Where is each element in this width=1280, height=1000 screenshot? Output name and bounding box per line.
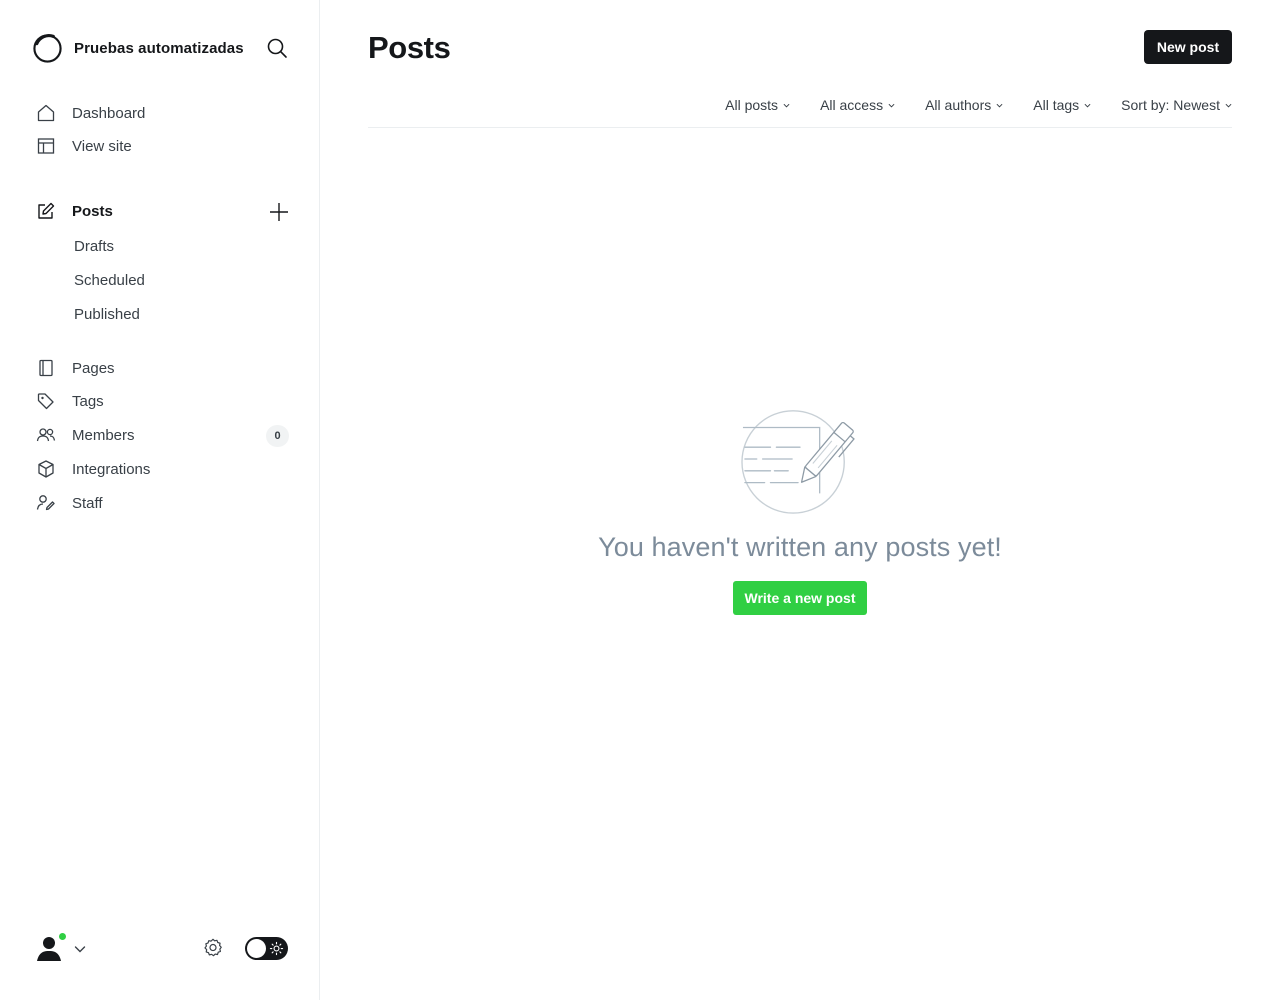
- sidebar-item-label: Integrations: [72, 460, 151, 478]
- sidebar-item-label: Posts: [72, 202, 113, 220]
- sidebar-item-label: Staff: [72, 494, 103, 512]
- sidebar-item-posts[interactable]: Posts: [36, 197, 256, 225]
- edit-icon: [36, 201, 56, 221]
- sidebar-item-label: Pages: [72, 359, 115, 377]
- site-name: Pruebas automatizadas: [74, 39, 244, 57]
- settings-button[interactable]: [202, 937, 224, 959]
- sidebar-subitem-scheduled[interactable]: Scheduled: [74, 269, 145, 291]
- page-icon: [36, 358, 56, 378]
- sidebar-item-staff[interactable]: Staff: [36, 489, 290, 517]
- empty-state: You haven't written any posts yet! Write…: [368, 400, 1232, 615]
- writing-illustration-icon: [741, 410, 855, 514]
- filter-tags-dropdown[interactable]: All tags: [1033, 97, 1091, 113]
- search-icon: [267, 38, 287, 58]
- members-icon: [36, 425, 56, 445]
- chevron-down-icon: [783, 103, 790, 107]
- header-divider: [368, 127, 1232, 128]
- filter-access-label: All access: [820, 97, 884, 113]
- search-button[interactable]: [266, 37, 288, 59]
- add-post-button[interactable]: [268, 201, 290, 223]
- chevron-down-icon: [996, 103, 1003, 107]
- sidebar-subitem-drafts[interactable]: Drafts: [74, 235, 114, 257]
- gear-icon: [204, 938, 222, 957]
- sidebar-subitem-published[interactable]: Published: [74, 303, 140, 325]
- sidebar-item-tags[interactable]: Tags: [36, 387, 290, 415]
- page-title: Posts: [368, 30, 451, 65]
- layout-icon: [36, 136, 56, 156]
- filter-bar: All posts All access All authors All tag…: [725, 94, 1232, 116]
- filter-tags-label: All tags: [1033, 97, 1080, 113]
- sidebar: Pruebas automatizadas Dashboard View sit…: [0, 0, 320, 1000]
- sidebar-item-label: Members: [72, 426, 135, 444]
- sidebar-item-members[interactable]: Members: [36, 421, 256, 449]
- theme-toggle[interactable]: [245, 937, 288, 960]
- chevron-down-icon: [74, 946, 86, 953]
- sun-icon: [269, 941, 284, 956]
- tag-icon: [36, 391, 56, 411]
- filter-type-dropdown[interactable]: All posts: [725, 97, 790, 113]
- filter-type-label: All posts: [725, 97, 779, 113]
- chevron-down-icon: [1084, 103, 1091, 107]
- sidebar-item-label: Tags: [72, 392, 104, 410]
- filter-authors-label: All authors: [925, 97, 992, 113]
- online-status-dot: [57, 931, 68, 942]
- sidebar-item-label: View site: [72, 137, 132, 155]
- sidebar-item-view-site[interactable]: View site: [36, 132, 290, 160]
- sidebar-item-pages[interactable]: Pages: [36, 354, 290, 382]
- members-count-badge: 0: [266, 425, 289, 447]
- user-menu[interactable]: [34, 930, 90, 966]
- sort-label: Sort by: Newest: [1121, 97, 1220, 113]
- filter-authors-dropdown[interactable]: All authors: [925, 97, 1003, 113]
- new-post-button[interactable]: New post: [1144, 30, 1232, 64]
- staff-icon: [36, 493, 56, 513]
- sidebar-item-integrations[interactable]: Integrations: [36, 455, 290, 483]
- sort-dropdown[interactable]: Sort by: Newest: [1121, 97, 1232, 113]
- toggle-knob: [247, 939, 266, 958]
- home-icon: [36, 103, 56, 123]
- plus-icon: [270, 203, 288, 221]
- filter-access-dropdown[interactable]: All access: [820, 97, 895, 113]
- cube-icon: [36, 459, 56, 479]
- site-logo-icon: [33, 33, 62, 63]
- chevron-down-icon: [1225, 103, 1232, 107]
- sidebar-item-dashboard[interactable]: Dashboard: [36, 99, 290, 127]
- chevron-down-icon: [888, 103, 895, 107]
- brand[interactable]: Pruebas automatizadas: [32, 32, 244, 64]
- sidebar-item-label: Dashboard: [72, 104, 146, 122]
- write-new-post-button[interactable]: Write a new post: [733, 581, 867, 615]
- empty-state-message: You haven't written any posts yet!: [598, 532, 1002, 562]
